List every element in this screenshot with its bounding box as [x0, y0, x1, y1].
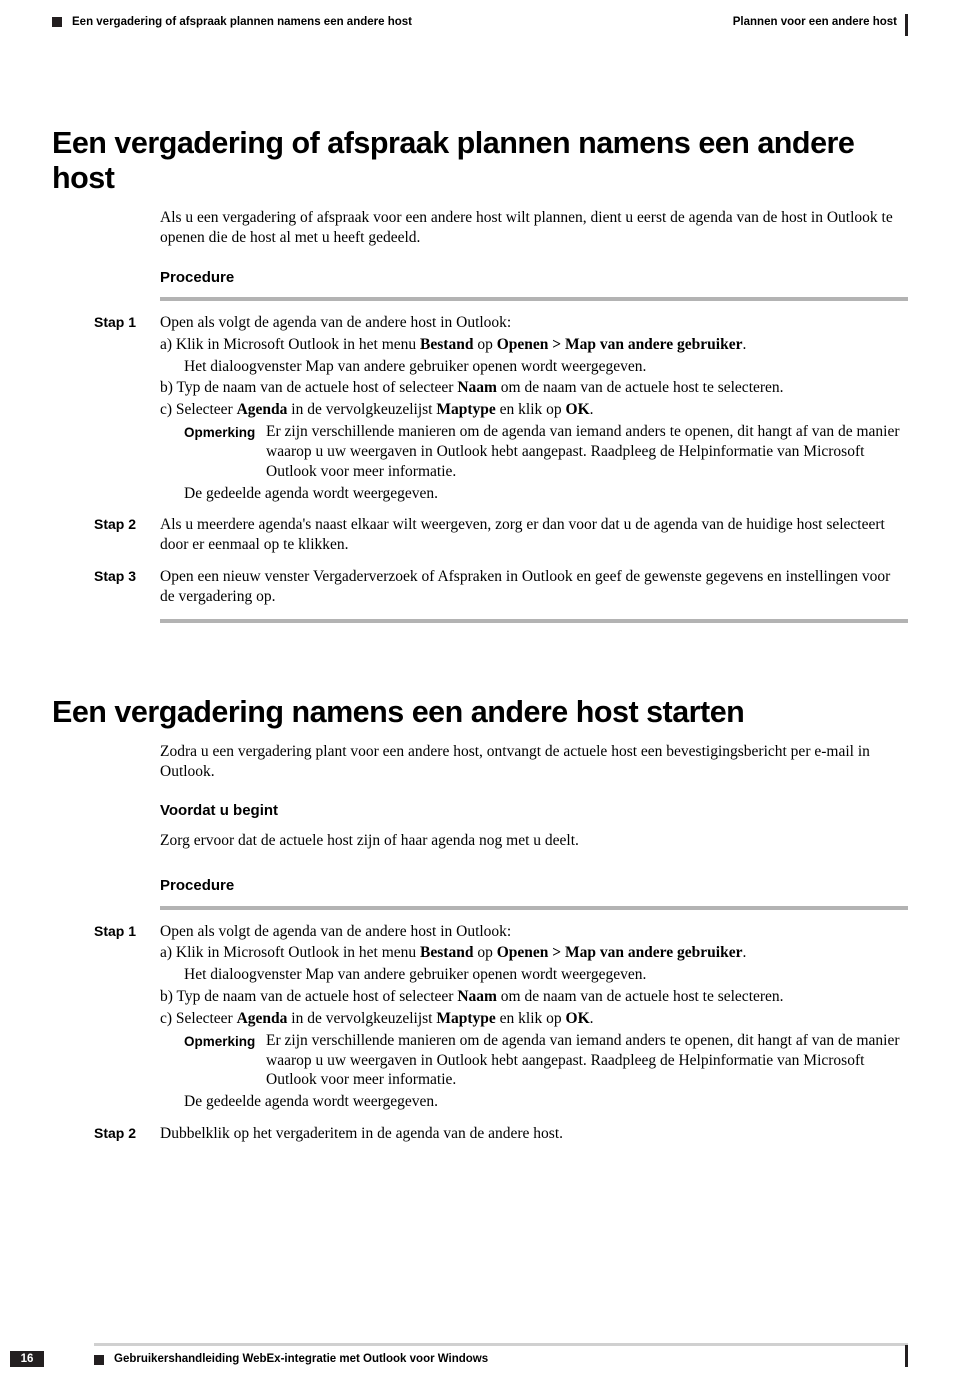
s2-step1-a: a) Klik in Microsoft Outlook in het menu…	[160, 943, 908, 963]
section2-rule-top	[160, 906, 908, 910]
s2-step2-text: Dubbelklik op het vergaderitem in de age…	[160, 1124, 908, 1144]
s2-step1-b: b) Typ de naam van de actuele host of se…	[160, 987, 908, 1007]
section1-step2: Stap 2 Als u meerdere agenda's naast elk…	[94, 515, 908, 557]
footer-tick-icon	[905, 1345, 908, 1367]
opm-label: Opmerking	[184, 1031, 266, 1090]
step-label: Stap 1	[94, 313, 160, 505]
section1-intro: Als u een vergadering of afspraak voor e…	[52, 208, 908, 248]
section2-before-text: Zorg ervoor dat de actuele host zijn of …	[52, 831, 908, 851]
opm-body: Er zijn verschillende manieren om de age…	[266, 422, 908, 481]
s2-step1-after: De gedeelde agenda wordt weergegeven.	[160, 1092, 908, 1112]
step2-text: Als u meerdere agenda's naast elkaar wil…	[160, 515, 908, 555]
section1-rule-bottom	[160, 619, 908, 623]
step1-text: Open als volgt de agenda van de andere h…	[160, 313, 908, 333]
footer-rule	[94, 1343, 908, 1346]
s2-step1-opm: Opmerking Er zijn verschillende manieren…	[160, 1031, 908, 1090]
header-right-text: Plannen voor een andere host	[733, 15, 897, 30]
header-left-text: Een vergadering of afspraak plannen name…	[72, 15, 412, 30]
section1-step3: Stap 3 Open een nieuw venster Vergaderve…	[94, 567, 908, 609]
section1-rule-top	[160, 297, 908, 301]
header-tick-icon	[905, 14, 908, 36]
s2-step1-text: Open als volgt de agenda van de andere h…	[160, 922, 908, 942]
section2-title: Een vergadering namens een andere host s…	[52, 695, 908, 730]
opm-body: Er zijn verschillende manieren om de age…	[266, 1031, 908, 1090]
step1-opm: Opmerking Er zijn verschillende manieren…	[160, 422, 908, 481]
step1-a2: Het dialoogvenster Map van andere gebrui…	[160, 357, 908, 377]
header-marker-icon	[52, 17, 62, 27]
footer-marker-icon	[94, 1355, 104, 1365]
footer-title: Gebruikershandleiding WebEx-integratie m…	[114, 1352, 488, 1367]
page-footer: Gebruikershandleiding WebEx-integratie m…	[0, 1343, 960, 1367]
step-label: Stap 3	[94, 567, 160, 609]
page-number: 16	[10, 1351, 44, 1367]
step1-c: c) Selecteer Agenda in de vervolgkeuzeli…	[160, 400, 908, 420]
running-header: Een vergadering of afspraak plannen name…	[52, 14, 908, 30]
section2-step2: Stap 2 Dubbelklik op het vergaderitem in…	[94, 1124, 908, 1146]
step-label: Stap 2	[94, 1124, 160, 1146]
step1-a: a) Klik in Microsoft Outlook in het menu…	[160, 335, 908, 355]
s2-step1-c: c) Selecteer Agenda in de vervolgkeuzeli…	[160, 1009, 908, 1029]
section1-procedure-head: Procedure	[160, 268, 908, 287]
section2-step1: Stap 1 Open als volgt de agenda van de a…	[94, 922, 908, 1114]
step1-b: b) Typ de naam van de actuele host of se…	[160, 378, 908, 398]
s2-step1-a2: Het dialoogvenster Map van andere gebrui…	[160, 965, 908, 985]
section1-title: Een vergadering of afspraak plannen name…	[52, 126, 908, 196]
step3-text: Open een nieuw venster Vergaderverzoek o…	[160, 567, 908, 607]
step-label: Stap 1	[94, 922, 160, 1114]
step1-after: De gedeelde agenda wordt weergegeven.	[160, 484, 908, 504]
section1-step1: Stap 1 Open als volgt de agenda van de a…	[94, 313, 908, 505]
section2-before-head: Voordat u begint	[160, 801, 908, 820]
section2-procedure-head: Procedure	[160, 876, 908, 895]
section2-intro: Zodra u een vergadering plant voor een a…	[52, 742, 908, 782]
opm-label: Opmerking	[184, 422, 266, 481]
step-label: Stap 2	[94, 515, 160, 557]
